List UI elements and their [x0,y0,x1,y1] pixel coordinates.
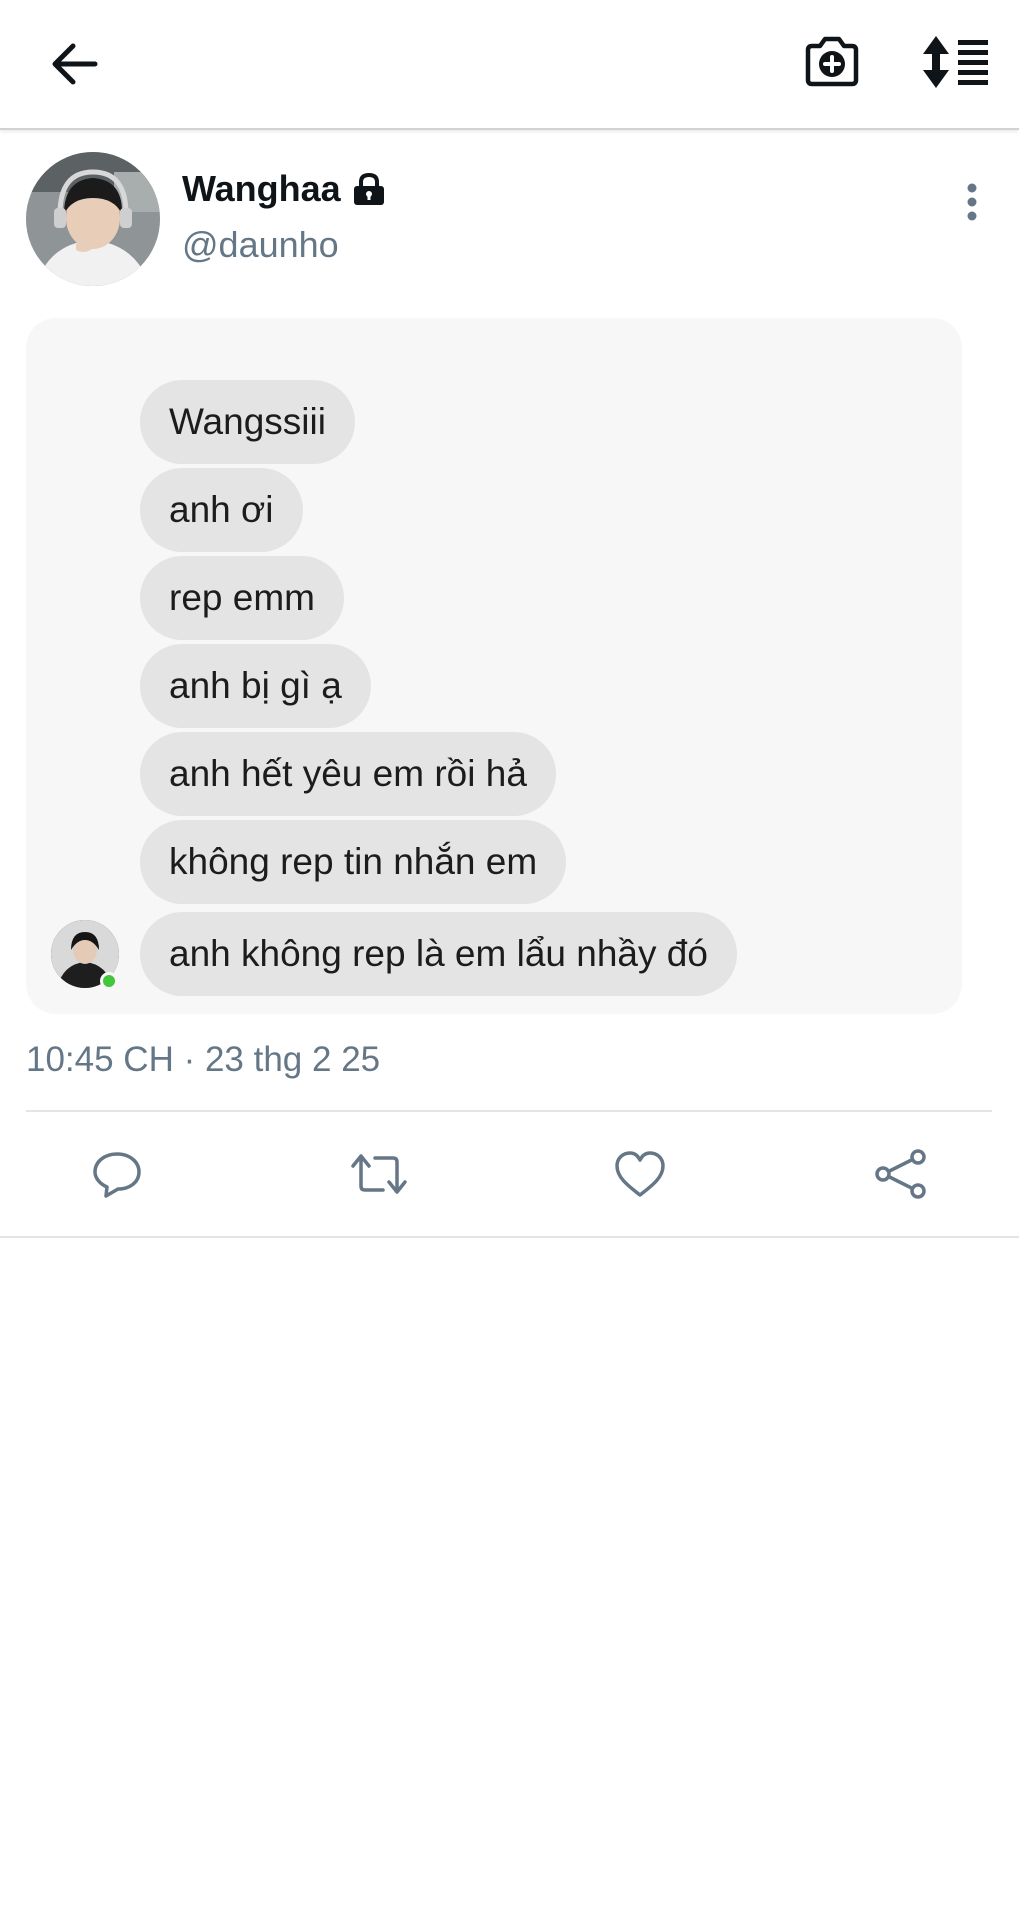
sort-button[interactable] [914,24,998,100]
lock-icon [353,172,384,205]
tweet-actions [0,1112,1019,1236]
vertical-dots-icon [967,183,977,221]
display-name[interactable]: Wanghaa [182,168,387,210]
avatar-photo [26,152,160,286]
like-button[interactable] [608,1142,672,1206]
retweet-icon [351,1154,407,1194]
camera-button[interactable] [794,24,870,100]
tweet-image[interactable]: Wangssiii anh ơi rep emm anh bị gì ạ anh… [26,318,962,1014]
share-button[interactable] [869,1142,933,1206]
sort-list-icon [923,36,988,88]
tweet-author: Wanghaa @daunho [26,152,996,288]
reply-button[interactable] [85,1142,149,1206]
heart-icon [615,1151,665,1197]
divider [0,1236,1019,1238]
tweet-timestamp: 10:45 CH · 23 thg 2 25 [26,1040,381,1079]
chat-bubble: anh ơi [140,468,303,552]
share-icon [875,1149,926,1199]
user-handle[interactable]: @daunho [182,224,339,266]
reply-icon [93,1152,141,1198]
chat-bubble: anh không rep là em lẩu nhầy đó [140,912,737,996]
chat-bubble: anh bị gì ạ [140,644,371,728]
arrow-left-icon [52,43,98,85]
back-button[interactable] [38,28,110,100]
display-name-text: Wanghaa [182,168,341,209]
retweet-button[interactable] [347,1142,411,1206]
online-status-dot [100,972,118,990]
profile-avatar[interactable] [26,152,160,286]
chat-bubble: không rep tin nhắn em [140,820,567,904]
top-bar [0,0,1019,130]
more-options-button[interactable] [950,172,994,232]
chat-bubble: anh hết yêu em rồi hả [140,732,556,816]
chat-bubble: Wangssiii [140,380,355,464]
chat-bubble: rep emm [140,556,344,640]
camera-plus-icon [805,36,859,87]
